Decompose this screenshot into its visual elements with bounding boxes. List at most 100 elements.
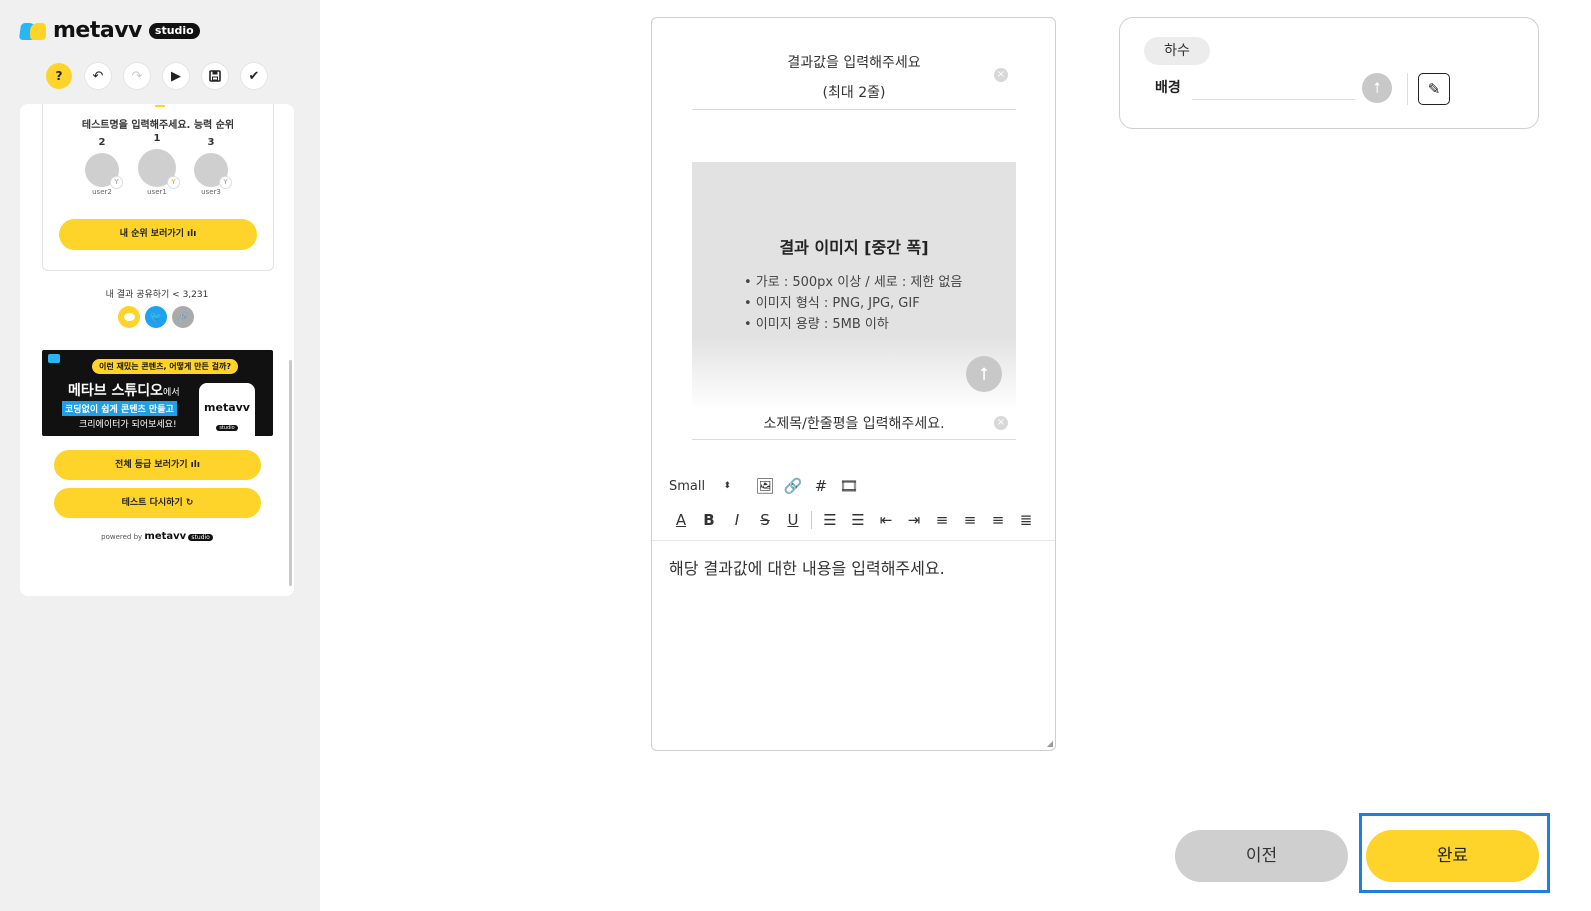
insert-image-button[interactable]: 🖼: [751, 476, 779, 496]
clear-subtitle-button[interactable]: ×: [994, 416, 1008, 430]
align-right-button[interactable]: ≡: [984, 510, 1012, 530]
upload-icon: ⭡: [1373, 79, 1381, 97]
rank-username: user3: [201, 188, 221, 196]
image-upload-button[interactable]: ⭡: [966, 356, 1002, 392]
rank-item-3: 3 Y user3: [194, 137, 232, 196]
my-rank-button[interactable]: 내 순위 보러가기 ılı: [59, 219, 257, 250]
left-panel: metavv studio ? ↶ ↷ ▶ ✔ 테스트명을 입력해주세요. 능력…: [0, 0, 320, 911]
rank-title: 테스트명을 입력해주세요. 능력 순위: [81, 120, 235, 131]
strikethrough-icon: S: [760, 511, 770, 529]
strikethrough-button[interactable]: S: [751, 510, 779, 530]
align-justify-icon: ≣: [1019, 511, 1033, 529]
banner-highlight: 코딩없이 쉽게 콘텐츠 만들고: [62, 401, 177, 416]
banner-subtext: 크리에이터가 되어보세요!: [79, 420, 177, 430]
logo[interactable]: metavv studio: [18, 18, 200, 43]
powered-by: powered by metavv studio: [20, 531, 294, 542]
background-input[interactable]: [1192, 76, 1355, 100]
redo-button[interactable]: ↷: [124, 63, 150, 89]
font-size-select[interactable]: Small ⬍: [669, 479, 739, 494]
result-image-upload[interactable]: 결과 이미지 [중간 폭] • 가로 : 500px 이상 / 세로 : 제한 …: [692, 162, 1016, 410]
redo-icon: ↷: [131, 68, 143, 84]
bullet-list-button[interactable]: ☰: [844, 510, 872, 530]
publish-button[interactable]: ✔: [241, 63, 267, 89]
toolbar-divider: [811, 511, 812, 529]
underline-icon: U: [787, 511, 799, 529]
underline-button[interactable]: U: [779, 510, 807, 530]
powered-prefix: powered by: [101, 533, 143, 541]
image-requirement: • 가로 : 500px 이상 / 세로 : 제한 없음: [744, 275, 963, 290]
indent-button[interactable]: ⇥: [900, 510, 928, 530]
upload-icon: ⭡: [979, 363, 989, 385]
bullet-list-icon: ☰: [851, 511, 865, 529]
prev-button[interactable]: 이전: [1175, 830, 1348, 882]
eyedropper-icon: ✎: [1427, 80, 1441, 98]
text-color-icon: A: [675, 511, 687, 529]
banner-bubble: 이런 재밌는 콘텐츠, 어떻게 만든 걸까?: [92, 359, 239, 374]
twitter-share-button[interactable]: 🐦: [145, 306, 167, 328]
banner-logo-icon: [48, 354, 60, 363]
undo-button[interactable]: ↶: [85, 63, 111, 89]
logo-badge: studio: [148, 22, 200, 39]
align-right-icon: ≡: [991, 511, 1005, 529]
font-size-value: Small: [669, 478, 706, 494]
editor-toolbar-row-2: A B I S U ☰ ☰ ⇤ ⇥ ≡ ≡ ≡ ≣: [667, 510, 1040, 530]
rank-username: user1: [147, 188, 167, 196]
powered-logo: metavv: [144, 531, 187, 542]
powered-badge: studio: [188, 534, 213, 541]
promo-banner[interactable]: 이런 재밌는 콘텐츠, 어떻게 만든 걸까? 메타브 스튜디오에서 코딩없이 쉽…: [42, 350, 273, 436]
rank-number: 3: [207, 137, 215, 148]
preview-scrollbar[interactable]: [289, 360, 292, 586]
share-label: 내 결과 공유하기 < 3,231: [105, 290, 209, 300]
close-icon: ×: [996, 69, 1006, 80]
retry-button[interactable]: 테스트 다시하기 ↻: [54, 488, 261, 518]
outdent-button[interactable]: ⇤: [872, 510, 900, 530]
align-center-button[interactable]: ≡: [956, 510, 984, 530]
image-upload-title: 결과 이미지 [중간 폭]: [779, 238, 929, 257]
insert-video-button[interactable]: 🎞: [835, 476, 863, 496]
italic-button[interactable]: I: [723, 510, 751, 530]
help-button[interactable]: ?: [46, 63, 72, 89]
banner-title-main: 메타브 스튜디오: [68, 383, 164, 399]
divider: [1407, 73, 1408, 105]
insert-hashtag-button[interactable]: #: [807, 476, 835, 496]
content-textarea[interactable]: 해당 결과값에 대한 내용을 입력해주세요.: [669, 555, 945, 579]
color-picker-button[interactable]: ✎: [1418, 73, 1450, 105]
resize-handle-icon[interactable]: ◢: [1047, 739, 1053, 748]
result-preview: 테스트명을 입력해주세요. 능력 순위 2 Y user2 1 Y user1 …: [20, 104, 294, 596]
ordered-list-button[interactable]: ☰: [816, 510, 844, 530]
save-icon: [209, 70, 221, 82]
outdent-icon: ⇤: [879, 511, 893, 529]
save-button[interactable]: [202, 63, 228, 89]
kakao-icon: [123, 313, 135, 321]
result-title-input[interactable]: 결과값을 입력해주세요 (최대 2줄): [692, 48, 1016, 110]
play-button[interactable]: ▶: [163, 63, 189, 89]
clear-title-button[interactable]: ×: [994, 68, 1008, 82]
align-left-button[interactable]: ≡: [928, 510, 956, 530]
rank-number: 1: [153, 133, 161, 144]
level-chip[interactable]: 하수: [1144, 37, 1210, 65]
image-requirements: • 가로 : 500px 이상 / 세로 : 제한 없음 • 이미지 형식 : …: [744, 272, 962, 335]
subtitle-input[interactable]: 소제목/한줄평을 입력해주세요.: [692, 408, 1016, 440]
phone-logo: metavv: [204, 401, 250, 414]
bold-button[interactable]: B: [695, 510, 723, 530]
editor-toolbar: ? ↶ ↷ ▶ ✔: [46, 63, 267, 89]
link-icon: 🔗: [783, 477, 803, 495]
italic-icon: I: [734, 511, 740, 529]
background-label: 배경: [1155, 80, 1181, 96]
link-icon: 🔗: [176, 311, 190, 323]
editor-toolbar-row-1: Small ⬍ 🖼 🔗 # 🎞: [669, 476, 863, 496]
rank-item-2: 2 Y user2: [85, 137, 123, 196]
banner-phone-image: metavv studio: [199, 383, 255, 436]
bold-icon: B: [703, 511, 715, 529]
link-share-button[interactable]: 🔗: [172, 306, 194, 328]
align-justify-button[interactable]: ≣: [1012, 510, 1040, 530]
avatar: Y: [85, 153, 123, 189]
avatar: Y: [194, 153, 232, 189]
kakao-share-button[interactable]: [118, 306, 140, 328]
all-rank-button[interactable]: 전체 등급 보러가기 ılı: [54, 450, 261, 480]
result-editor: 결과값을 입력해주세요 (최대 2줄) × 결과 이미지 [중간 폭] • 가로…: [651, 17, 1056, 751]
text-color-button[interactable]: A: [667, 510, 695, 530]
play-icon: ▶: [171, 68, 181, 84]
background-upload-button[interactable]: ⭡: [1362, 73, 1392, 103]
insert-link-button[interactable]: 🔗: [779, 476, 807, 496]
